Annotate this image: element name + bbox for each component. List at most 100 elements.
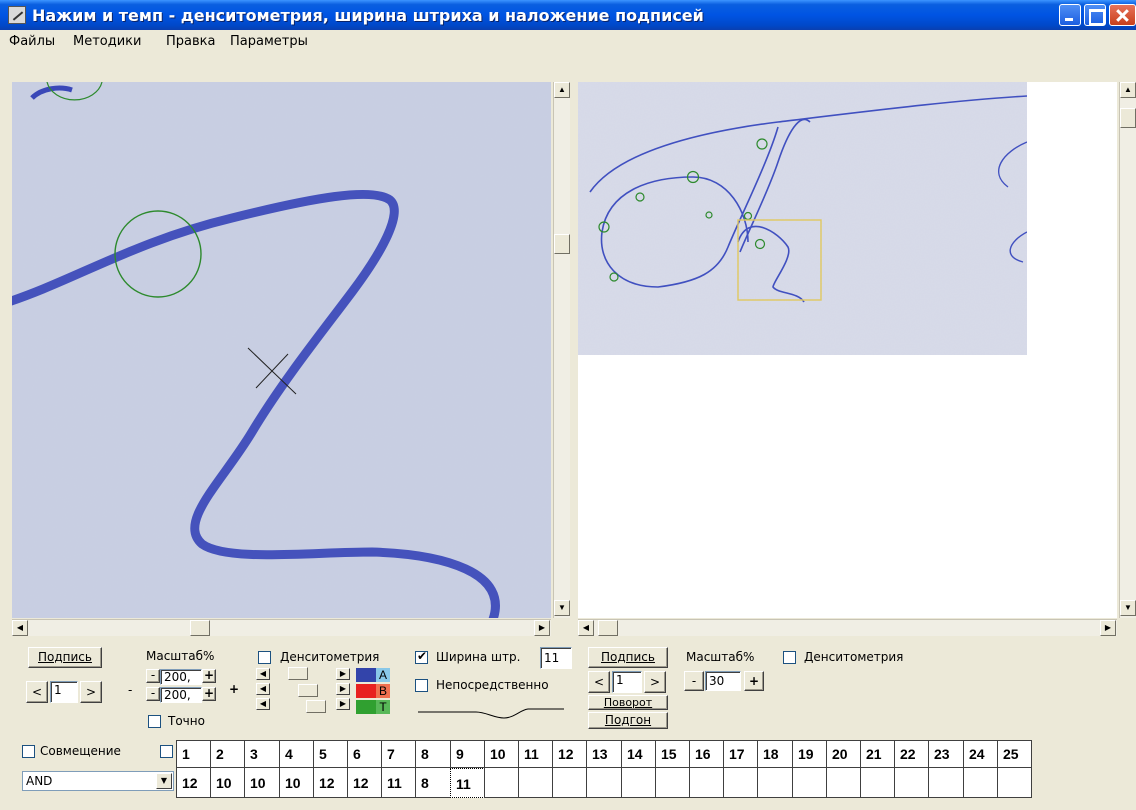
channel-color-swatch[interactable] — [356, 684, 376, 698]
stroke-width-field[interactable]: 11 — [540, 647, 572, 669]
rotate-button[interactable]: Поворот — [588, 695, 668, 710]
channel-color-swatch[interactable] — [356, 700, 376, 714]
scroll-down-arrow-icon[interactable]: ▼ — [1120, 600, 1136, 616]
close-button[interactable] — [1109, 4, 1136, 26]
grid-header-cell[interactable]: 14 — [621, 740, 656, 768]
grid-value-cell[interactable] — [997, 768, 1032, 798]
left-signature-button[interactable]: Подпись — [28, 647, 102, 668]
left-hscroll-thumb[interactable] — [190, 620, 210, 636]
right-image-view[interactable] — [578, 82, 1117, 618]
grid-header-cell[interactable]: 8 — [415, 740, 451, 768]
grid-value-cell[interactable] — [518, 768, 553, 798]
scale-y-minus-button[interactable]: - — [146, 687, 160, 701]
left-prev-signature-button[interactable]: < — [26, 681, 48, 703]
slider-left-arrow-icon[interactable]: ◀ — [256, 668, 270, 680]
menu-methods[interactable]: Методики — [73, 34, 141, 49]
right-next-signature-button[interactable]: > — [644, 671, 666, 693]
app-icon[interactable] — [8, 6, 26, 24]
grid-header-cell[interactable]: 10 — [484, 740, 519, 768]
menu-parameters[interactable]: Параметры — [230, 34, 308, 49]
grid-value-cell[interactable] — [621, 768, 656, 798]
right-horizontal-scrollbar[interactable]: ◀ ▶ — [578, 619, 1117, 636]
scroll-right-arrow-icon[interactable]: ▶ — [1100, 620, 1116, 636]
slider-right-arrow-icon[interactable]: ▶ — [336, 683, 350, 695]
grid-value-cell[interactable] — [552, 768, 587, 798]
grid-value-cell[interactable] — [655, 768, 690, 798]
scale-x-plus-button[interactable]: + — [202, 669, 216, 683]
left-densitometry-checkbox[interactable] — [258, 651, 271, 664]
overlay-checkbox[interactable] — [22, 745, 35, 758]
menu-edit[interactable]: Правка — [166, 34, 215, 49]
left-image-view[interactable] — [12, 82, 551, 618]
stroke-width-checkbox[interactable] — [415, 649, 428, 664]
grid-value-cell[interactable] — [826, 768, 861, 798]
grid-value-cell[interactable]: 10 — [210, 768, 245, 798]
grid-value-cell[interactable] — [689, 768, 724, 798]
scroll-right-arrow-icon[interactable]: ▶ — [534, 620, 550, 636]
slider-right-arrow-icon[interactable]: ▶ — [336, 668, 350, 680]
right-densitometry-checkbox[interactable] — [783, 651, 796, 664]
dropdown-arrow-icon[interactable]: ▼ — [156, 773, 172, 789]
grid-value-cell[interactable] — [586, 768, 622, 798]
grid-value-cell[interactable] — [928, 768, 964, 798]
right-scale-plus-button[interactable]: + — [744, 671, 764, 691]
grid-header-cell[interactable]: 11 — [518, 740, 553, 768]
grid-header-cell[interactable]: 9 — [450, 740, 485, 768]
menu-files[interactable]: Файлы — [9, 34, 55, 49]
slider-thumb[interactable] — [288, 667, 308, 680]
grid-header-cell[interactable]: 22 — [894, 740, 929, 768]
grid-value-cell[interactable] — [723, 768, 758, 798]
grid-value-cell[interactable]: 12 — [176, 768, 211, 798]
mode-select[interactable]: AND ▼ — [22, 771, 174, 791]
right-vscroll-thumb[interactable] — [1120, 108, 1136, 128]
overlay-checkbox-2[interactable] — [160, 745, 173, 758]
fit-button[interactable]: Подгон — [588, 712, 668, 729]
left-vertical-scrollbar[interactable]: ▲ ▼ — [553, 82, 570, 618]
grid-value-cell[interactable] — [792, 768, 827, 798]
grid-header-cell[interactable]: 15 — [655, 740, 690, 768]
right-vertical-scrollbar[interactable]: ▲ ▼ — [1119, 82, 1136, 618]
scroll-down-arrow-icon[interactable]: ▼ — [554, 600, 570, 616]
scroll-left-arrow-icon[interactable]: ◀ — [12, 620, 28, 636]
exact-checkbox[interactable] — [148, 715, 161, 728]
maximize-button[interactable] — [1084, 4, 1106, 26]
grid-header-cell[interactable]: 23 — [928, 740, 964, 768]
scroll-up-arrow-icon[interactable]: ▲ — [554, 82, 570, 98]
scale-x-field[interactable]: 200, — [160, 669, 202, 685]
right-scale-minus-button[interactable]: - — [684, 671, 704, 691]
left-next-signature-button[interactable]: > — [80, 681, 102, 703]
channel-t-label[interactable]: T — [376, 700, 390, 714]
grid-value-cell[interactable] — [894, 768, 929, 798]
minimize-button[interactable] — [1059, 4, 1081, 26]
scale-y-plus-button[interactable]: + — [202, 687, 216, 701]
grid-value-cell[interactable]: 10 — [244, 768, 280, 798]
grid-header-cell[interactable]: 16 — [689, 740, 724, 768]
grid-header-cell[interactable]: 25 — [997, 740, 1032, 768]
scroll-up-arrow-icon[interactable]: ▲ — [1120, 82, 1136, 98]
channel-b-label[interactable]: B — [376, 684, 390, 698]
channel-color-swatch[interactable] — [356, 668, 376, 682]
left-horizontal-scrollbar[interactable]: ◀ ▶ — [12, 619, 551, 636]
left-vscroll-thumb[interactable] — [554, 234, 570, 254]
scale-x-minus-button[interactable]: - — [146, 669, 160, 683]
slider-left-arrow-icon[interactable]: ◀ — [256, 683, 270, 695]
grid-value-cell[interactable] — [484, 768, 519, 798]
grid-header-cell[interactable]: 19 — [792, 740, 827, 768]
grid-value-cell[interactable] — [757, 768, 793, 798]
grid-header-cell[interactable]: 21 — [860, 740, 895, 768]
right-signature-index-field[interactable]: 1 — [612, 671, 642, 693]
right-signature-button[interactable]: Подпись — [588, 647, 668, 668]
scale-y-field[interactable]: 200, — [160, 687, 202, 703]
grid-value-cell[interactable]: 10 — [279, 768, 314, 798]
grid-value-cell[interactable] — [963, 768, 998, 798]
grid-header-cell[interactable]: 1 — [176, 740, 211, 768]
grid-value-cell[interactable]: 11 — [381, 768, 416, 798]
grid-header-cell[interactable]: 18 — [757, 740, 793, 768]
slider-thumb[interactable] — [306, 700, 326, 713]
grid-value-cell[interactable]: 8 — [415, 768, 451, 798]
grid-header-cell[interactable]: 7 — [381, 740, 416, 768]
slider-right-arrow-icon[interactable]: ▶ — [336, 698, 350, 710]
grid-header-cell[interactable]: 4 — [279, 740, 314, 768]
grid-header-cell[interactable]: 24 — [963, 740, 998, 768]
right-hscroll-thumb[interactable] — [598, 620, 618, 636]
